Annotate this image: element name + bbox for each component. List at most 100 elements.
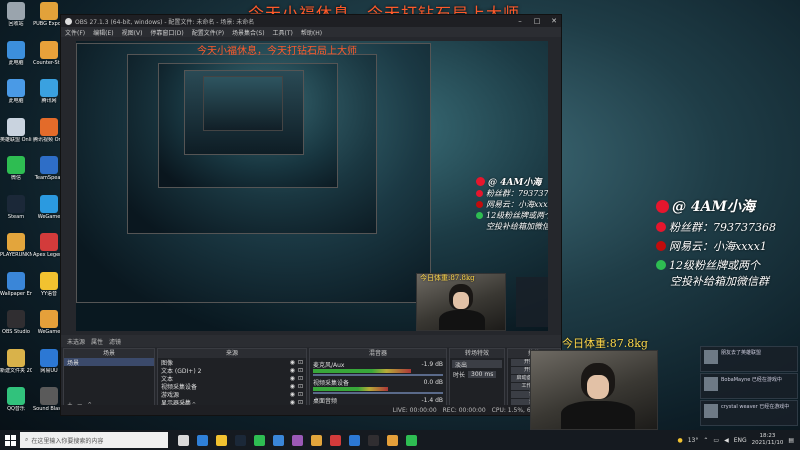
app-icon [40, 387, 58, 405]
promo-line-1: 12级粉丝牌或两个 [669, 259, 760, 272]
obs-menu-item[interactable]: 停靠窗口(D) [150, 28, 183, 37]
taskbar-app-icon[interactable] [273, 434, 284, 446]
taskbar: ⌕ 在这里输入你要搜索的内容 ● 13° ⌃ ▭ ◀ ENG 18:23 202… [0, 430, 800, 450]
taskbar-search[interactable]: ⌕ 在这里输入你要搜索的内容 [20, 432, 168, 448]
taskbar-app-icon[interactable] [254, 434, 265, 446]
taskbar-app-icon[interactable] [349, 434, 360, 446]
app-icon [40, 310, 58, 328]
desktop-icon[interactable]: 回收站 [0, 2, 32, 27]
obs-window: OBS 27.1.3 (64-bit, windows) - 配置文件: 未命名… [60, 14, 562, 416]
taskbar-app-icon[interactable] [178, 434, 189, 446]
nested-title-overlay: 今天小福休息，今天打钻石局上大师 [197, 46, 357, 57]
preview-promo-1: 12级粉丝牌或两个 [486, 211, 548, 220]
scene-item[interactable]: 场景 [64, 358, 154, 367]
notification-center-icon[interactable]: ▤ [788, 437, 794, 444]
streamer-face [587, 375, 609, 399]
obs-menu-item[interactable]: 场景集合(S) [232, 28, 265, 37]
taskbar-app-icon[interactable] [292, 434, 303, 446]
desktop-icon[interactable]: Steam [0, 194, 32, 220]
obs-menu-item[interactable]: 文件(F) [65, 28, 85, 37]
sources-list: 图像 ◉ ⊡ 文本 (GDI+) 2 ◉ ⊡ 文本 ◉ ⊡ 视频采集设备 ◉ ⊡ 游戏源 ◉ ⊡ 显示器采集 ◉… [158, 358, 306, 407]
start-button[interactable] [0, 430, 20, 450]
obs-menubar: 文件(F) 编辑(E) 视图(V) 停靠窗口(D) 配置文件(P) 场景集合(S) 工具(T… [61, 27, 561, 37]
lock-icon[interactable]: ⊡ [298, 367, 303, 374]
language-indicator[interactable]: ENG [734, 437, 747, 444]
obs-preview[interactable]: 今天小福休息，今天打钻石局上大师 @ 4AM小海 粉丝群：793737368 网… [76, 41, 548, 331]
filters-button[interactable]: 滤镜 [109, 337, 121, 346]
volume-icon[interactable]: ◀ [724, 437, 729, 444]
clock[interactable]: 18:23 2021/11/10 [752, 433, 784, 447]
visibility-icon[interactable]: ◉ [290, 367, 295, 374]
preview-notification-panel [516, 277, 548, 327]
obs-menu-item[interactable]: 帮助(H) [301, 28, 322, 37]
desktop-icon[interactable]: Wallpaper Engine [0, 271, 32, 297]
tray-arrow-icon[interactable]: ⌃ [703, 437, 708, 444]
taskbar-app-icon[interactable] [216, 434, 227, 446]
friend-notification[interactable]: 朋友去了英雄联盟 [700, 346, 798, 372]
mixer-channel: 视频采集设备 0.0 dB [310, 378, 446, 394]
app-icon [7, 40, 25, 59]
desktop-icon[interactable]: 此电脑 [0, 79, 32, 104]
lock-icon[interactable]: ⊡ [298, 359, 303, 366]
network-icon[interactable]: ▭ [713, 437, 719, 444]
notification-text: BobaMayne 已经在游戏中 [721, 377, 782, 383]
app-icon [40, 156, 58, 174]
app-icon [7, 194, 25, 213]
transitions-dock-title: 转场特效 [450, 349, 504, 358]
duration-input[interactable]: 300 ms [468, 370, 497, 378]
desktop-icon[interactable]: QQ音乐 [0, 387, 32, 412]
desktop-icon[interactable]: 微信 [0, 156, 32, 181]
webcam-overlay [530, 350, 658, 430]
stream-handle: @ 4AM小海 [672, 199, 755, 215]
fan-group-text: 粉丝群：793737368 [669, 221, 776, 234]
taskbar-app-icon[interactable] [368, 434, 379, 446]
desktop-icon[interactable]: OBS Studio [0, 310, 32, 335]
taskbar-app-icon[interactable] [197, 434, 208, 446]
live-status: LIVE: 00:00:00 [392, 406, 437, 414]
nested-obs-capture-2 [127, 54, 377, 234]
search-icon: ⌕ [25, 436, 29, 443]
lock-icon[interactable]: ⊡ [298, 383, 303, 390]
taskbar-app-icon[interactable] [311, 434, 322, 446]
volume-slider[interactable] [313, 374, 443, 376]
transition-select[interactable]: 淡出 [452, 360, 502, 369]
taskbar-app-icon[interactable] [406, 434, 417, 446]
properties-button[interactable]: 属性 [91, 337, 103, 346]
taskbar-app-icon[interactable] [387, 434, 398, 446]
taskbar-app-icon[interactable] [235, 434, 246, 446]
desktop-icon[interactable]: 此电脑 [0, 40, 32, 66]
visibility-icon[interactable]: ◉ [290, 375, 295, 382]
visibility-icon[interactable]: ◉ [290, 391, 295, 398]
desktop-icon[interactable]: 新建文件夹 20210101 [0, 348, 32, 374]
lock-icon[interactable]: ⊡ [298, 391, 303, 398]
obs-menu-item[interactable]: 配置文件(P) [192, 28, 224, 37]
app-icon [40, 79, 58, 97]
desktop-icon[interactable]: PLAYERUNKNOWN'S BATTLEGR [0, 233, 32, 258]
obs-menu-item[interactable]: 视图(V) [122, 28, 143, 37]
desktop-icon-label: OBS Studio [2, 329, 30, 335]
desktop-icon-grid: 回收站PUBG Export此电脑Counter-Strike Global O… [0, 0, 66, 430]
desktop-icon-label: QQ音乐 [7, 406, 25, 412]
lock-icon[interactable]: ⊡ [298, 375, 303, 382]
visibility-icon[interactable]: ◉ [290, 383, 295, 390]
visibility-icon[interactable]: ◉ [290, 359, 295, 366]
minimize-button[interactable]: – [513, 17, 527, 25]
preview-info-panel: @ 4AM小海 粉丝群：793737368 网易云：小海xxxx1 12级粉丝牌… [476, 175, 548, 232]
obs-menu-item[interactable]: 工具(T) [273, 28, 293, 37]
wechat-icon [476, 212, 483, 219]
streamer-body [561, 401, 635, 429]
volume-slider[interactable] [313, 392, 443, 394]
stream-info-panel: @ 4AM小海 粉丝群：793737368 网易云：小海xxxx1 12级粉丝牌… [656, 196, 776, 289]
desktop-icon-label: 微信 [10, 175, 21, 181]
maximize-button[interactable]: □ [530, 17, 544, 25]
desktop-icon-label: 新建文件夹 20210101 [0, 367, 32, 374]
friend-notification[interactable]: crystal weaver 已经在游戏中 [700, 400, 798, 426]
obs-menu-item[interactable]: 编辑(E) [93, 28, 113, 37]
app-icon [7, 156, 25, 174]
app-icon [7, 271, 25, 290]
friend-notification[interactable]: BobaMayne 已经在游戏中 [700, 373, 798, 399]
desktop-icon[interactable]: 英雄联盟 Online [0, 117, 32, 143]
obs-window-title: OBS 27.1.3 (64-bit, windows) - 配置文件: 未命名… [75, 18, 255, 26]
taskbar-app-icon[interactable] [330, 434, 341, 446]
close-button[interactable]: ✕ [547, 17, 561, 25]
